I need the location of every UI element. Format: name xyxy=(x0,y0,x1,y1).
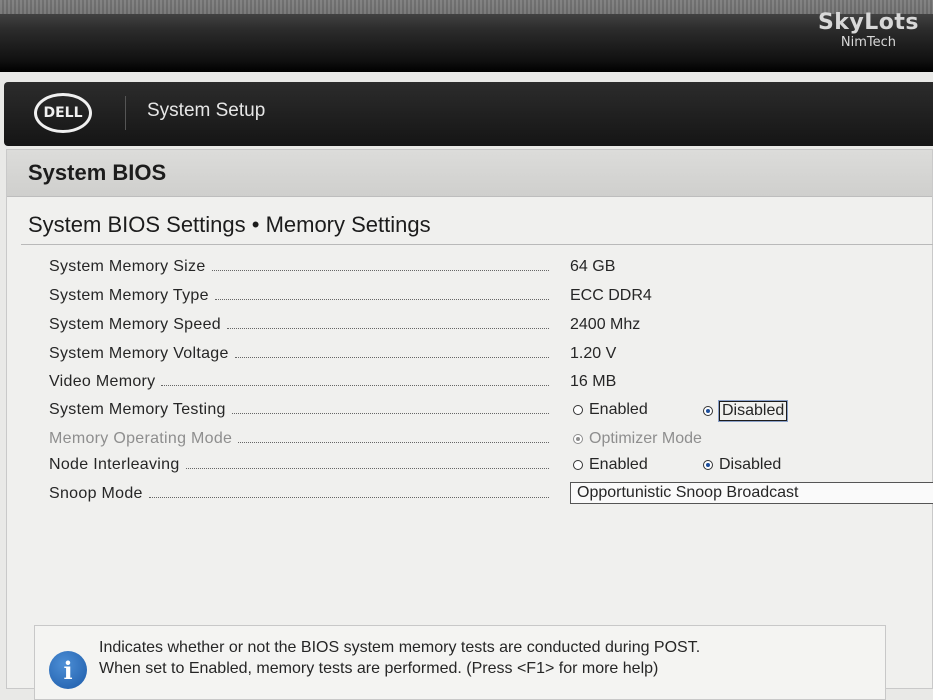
setting-value: ECC DDR4 xyxy=(570,287,652,304)
radio-unselected-icon[interactable] xyxy=(573,460,583,470)
help-box: i Indicates whether or not the BIOS syst… xyxy=(34,625,886,700)
setting-label: System Memory Size xyxy=(49,258,206,275)
help-text: Indicates whether or not the BIOS system… xyxy=(99,637,879,679)
setting-label: System Memory Testing xyxy=(49,401,226,418)
bios-screen: DELL System Setup System BIOS System BIO… xyxy=(0,72,933,700)
setting-row-memory-testing: System Memory Testing Enabled Disabled xyxy=(49,400,933,427)
setting-row-memory-voltage: System Memory Voltage 1.20 V xyxy=(49,345,933,371)
app-header: DELL System Setup xyxy=(4,82,933,146)
panel-title: System BIOS xyxy=(28,160,167,185)
option-label: Enabled xyxy=(589,401,648,418)
option-label: Enabled xyxy=(589,456,648,473)
memory-testing-enabled-option[interactable]: Enabled xyxy=(573,401,648,419)
radio-selected-icon xyxy=(573,434,583,444)
settings-panel: System BIOS System BIOS Settings • Memor… xyxy=(6,149,933,689)
setting-value: 64 GB xyxy=(570,258,616,275)
dot-leader xyxy=(211,269,549,271)
setting-row-memory-speed: System Memory Speed 2400 Mhz xyxy=(49,316,933,342)
help-line-2: When set to Enabled, memory tests are pe… xyxy=(99,660,659,677)
subtitle-divider xyxy=(21,244,933,245)
setting-label: Video Memory xyxy=(49,373,156,390)
panel-header: System BIOS xyxy=(7,150,932,197)
radio-selected-icon[interactable] xyxy=(703,406,713,416)
setting-row-memory-type: System Memory Type ECC DDR4 xyxy=(49,287,933,313)
dell-logo: DELL xyxy=(34,93,92,133)
setting-value: 16 MB xyxy=(570,373,617,390)
watermark: SkyLots NimTech xyxy=(818,10,919,50)
node-interleaving-enabled-option[interactable]: Enabled xyxy=(573,456,648,474)
radio-selected-icon[interactable] xyxy=(703,460,713,470)
dot-leader xyxy=(238,441,549,443)
memory-testing-disabled-option[interactable]: Disabled xyxy=(703,400,789,422)
optimizer-mode-option: Optimizer Mode xyxy=(573,430,702,448)
radio-unselected-icon[interactable] xyxy=(573,405,583,415)
monitor-bezel: SkyLots NimTech xyxy=(0,0,933,72)
watermark-subtitle: NimTech xyxy=(840,35,897,50)
dot-leader xyxy=(185,467,549,469)
setting-value: 2400 Mhz xyxy=(570,316,641,333)
setting-row-memory-size: System Memory Size 64 GB xyxy=(49,258,933,284)
dot-leader xyxy=(231,412,549,414)
info-icon: i xyxy=(49,651,87,689)
setting-row-node-interleaving: Node Interleaving Enabled Disabled xyxy=(49,456,933,482)
setting-row-video-memory: Video Memory 16 MB xyxy=(49,373,933,399)
header-divider xyxy=(125,96,126,130)
option-label-focused: Disabled xyxy=(717,400,789,422)
bezel-texture xyxy=(0,0,933,14)
setting-label: System Memory Speed xyxy=(49,316,221,333)
setting-row-memory-operating-mode: Memory Operating Mode Optimizer Mode xyxy=(49,430,933,456)
setting-label: Node Interleaving xyxy=(49,456,180,473)
setting-label: System Memory Voltage xyxy=(49,345,229,362)
dot-leader xyxy=(226,327,549,329)
setting-label: System Memory Type xyxy=(49,287,209,304)
watermark-title: SkyLots xyxy=(817,10,919,35)
dot-leader xyxy=(234,356,549,358)
option-label: Disabled xyxy=(719,456,782,473)
setting-value: 1.20 V xyxy=(570,345,617,362)
help-line-1: Indicates whether or not the BIOS system… xyxy=(99,639,701,656)
app-title: System Setup xyxy=(147,100,266,121)
setting-row-snoop-mode: Snoop Mode Opportunistic Snoop Broadcast xyxy=(49,482,933,511)
option-label: Optimizer Mode xyxy=(589,430,702,447)
node-interleaving-disabled-option[interactable]: Disabled xyxy=(703,456,781,474)
dot-leader xyxy=(161,384,549,386)
page-subtitle: System BIOS Settings • Memory Settings xyxy=(28,212,431,237)
setting-label: Snoop Mode xyxy=(49,485,143,502)
dot-leader xyxy=(148,496,549,498)
setting-label: Memory Operating Mode xyxy=(49,430,233,447)
snoop-mode-select[interactable]: Opportunistic Snoop Broadcast xyxy=(570,482,933,504)
dot-leader xyxy=(214,298,549,300)
